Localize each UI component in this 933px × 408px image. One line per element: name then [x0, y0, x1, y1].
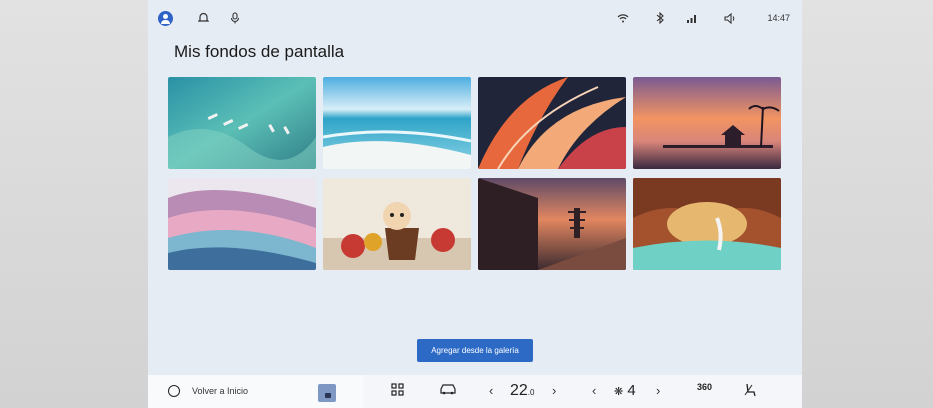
view-360-button[interactable]: 360 — [697, 382, 712, 392]
add-from-gallery-button[interactable]: Agregar desde la galería — [417, 339, 533, 362]
left-bezel — [0, 0, 148, 408]
page-title: Mis fondos de pantalla — [174, 42, 345, 61]
wallpaper-tile[interactable] — [633, 178, 781, 270]
bell-icon[interactable] — [196, 11, 210, 25]
wifi-icon — [616, 11, 630, 25]
home-circle-icon[interactable] — [168, 385, 180, 397]
wallpaper-tile[interactable] — [478, 178, 626, 270]
home-section: Volver a Inicio — [148, 375, 363, 408]
status-bar: 14:47 — [148, 0, 802, 38]
clock: 14:47 — [767, 13, 790, 23]
temperature-display: 22.0 — [510, 382, 534, 400]
view-360-label: 360 — [697, 382, 713, 392]
wallpaper-tile[interactable] — [478, 77, 626, 169]
wallpaper-tile[interactable] — [168, 178, 316, 270]
wallpaper-tile[interactable] — [633, 77, 781, 169]
wallpaper-tile[interactable] — [168, 77, 316, 169]
screen: 14:47 Mis fondos de pantalla Agregar des… — [148, 0, 802, 408]
signal-icon — [685, 11, 699, 25]
wallpaper-thumbnail[interactable] — [318, 384, 336, 402]
temperature-decimal: .0 — [527, 388, 535, 397]
home-label[interactable]: Volver a Inicio — [192, 386, 248, 396]
user-avatar-icon[interactable] — [158, 11, 173, 26]
volume-icon[interactable] — [723, 11, 737, 25]
temp-increase-icon[interactable]: › — [552, 383, 556, 398]
apps-grid-icon[interactable] — [391, 383, 404, 400]
fan-increase-icon[interactable]: › — [656, 383, 660, 398]
wallpaper-tile[interactable] — [323, 77, 471, 169]
car-icon[interactable] — [440, 383, 456, 399]
fan-decrease-icon[interactable]: ‹ — [592, 383, 596, 398]
fan-icon: ❋ — [614, 386, 624, 398]
wallpaper-tile[interactable] — [323, 178, 471, 270]
bottom-bar: Volver a Inicio ‹ 22.0 › ‹ ❋ 4 › 360 — [148, 375, 802, 408]
seat-icon[interactable] — [743, 383, 757, 401]
fan-level: 4 — [627, 382, 636, 399]
mic-icon[interactable] — [228, 11, 242, 25]
temperature-value: 22 — [510, 382, 528, 399]
right-bezel — [802, 0, 933, 408]
temp-decrease-icon[interactable]: ‹ — [489, 383, 493, 398]
bluetooth-icon — [653, 11, 667, 25]
fan-display: ❋ 4 — [614, 382, 636, 399]
